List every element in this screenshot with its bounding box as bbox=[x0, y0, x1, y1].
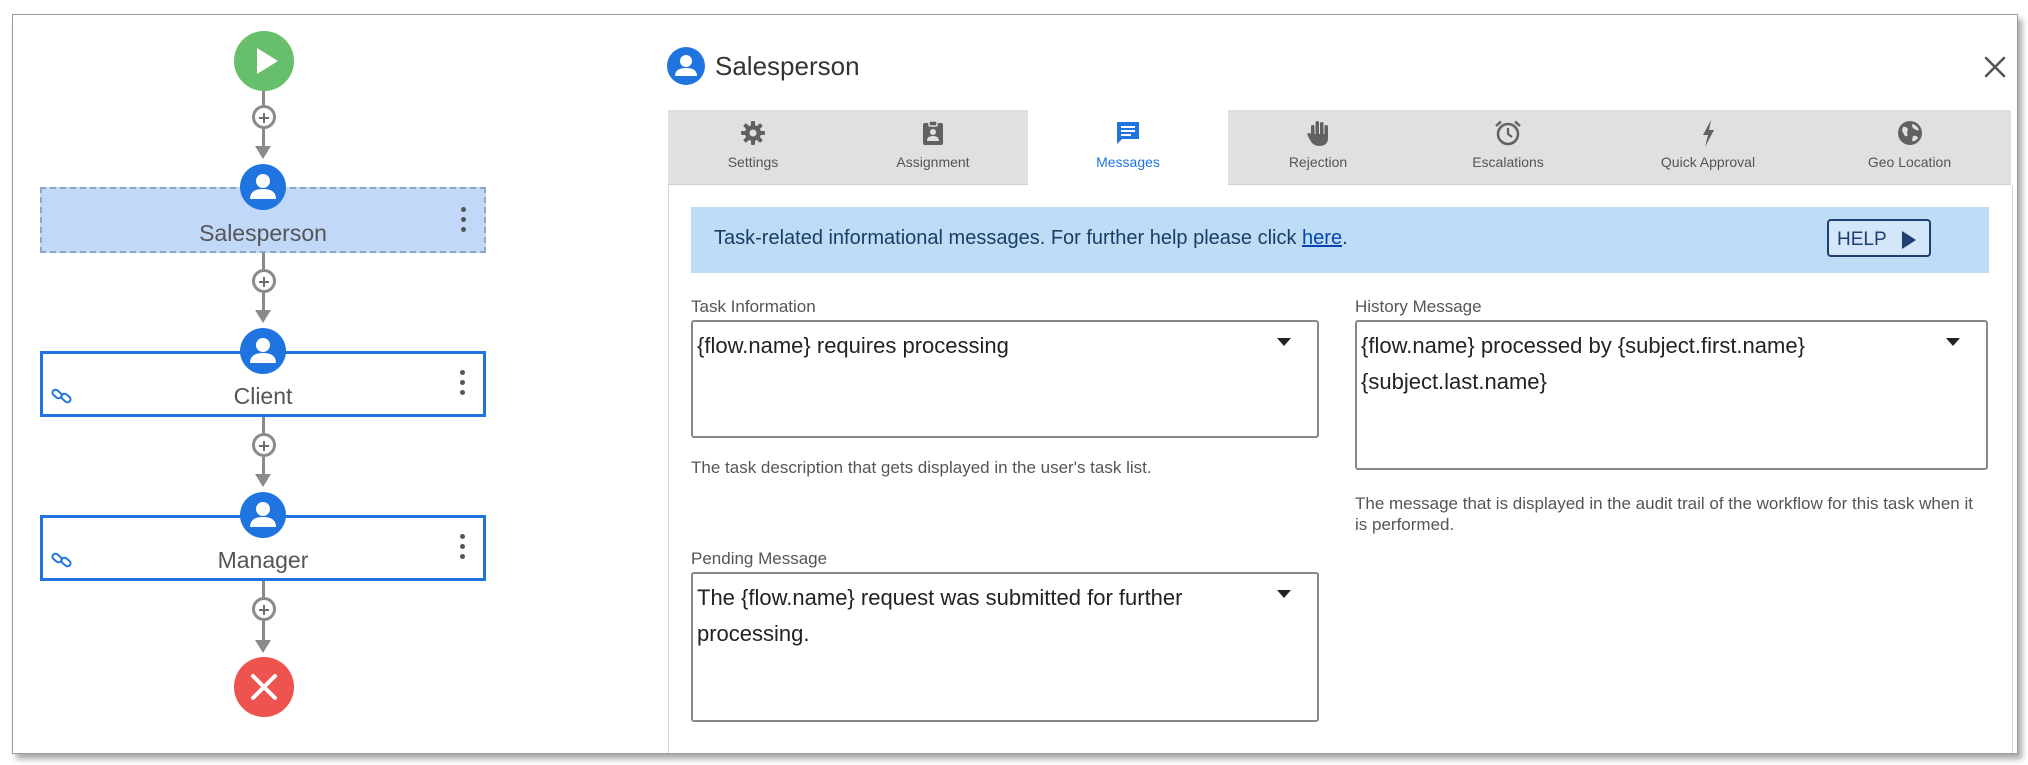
tab-label: Messages bbox=[1096, 154, 1160, 170]
connector-arrow bbox=[255, 474, 271, 487]
panel-title: Salesperson bbox=[715, 51, 860, 81]
user-icon bbox=[240, 164, 286, 210]
tab-rejection[interactable]: Rejection bbox=[1228, 110, 1408, 184]
lightning-icon bbox=[1703, 120, 1714, 147]
help-button-label: HELP bbox=[1837, 229, 1887, 250]
help-button[interactable]: HELP bbox=[1827, 219, 1931, 257]
field-value: {flow.name} requires processing bbox=[697, 333, 1009, 358]
hand-icon bbox=[1307, 121, 1328, 146]
node-label: Client bbox=[233, 383, 293, 409]
pending-message-label: Pending Message bbox=[691, 549, 828, 568]
tab-messages[interactable]: Messages bbox=[1028, 110, 1228, 186]
info-banner: Task-related informational messages. For… bbox=[691, 207, 1989, 273]
task-information-label: Task Information bbox=[691, 297, 816, 316]
more-options-icon[interactable] bbox=[461, 207, 467, 237]
add-step-button[interactable] bbox=[252, 597, 276, 621]
play-icon bbox=[1902, 231, 1916, 249]
more-options-icon[interactable] bbox=[460, 534, 466, 564]
add-step-button[interactable] bbox=[252, 105, 276, 129]
add-step-button[interactable] bbox=[252, 433, 276, 457]
assignment-icon bbox=[923, 120, 943, 145]
alarm-icon bbox=[1495, 120, 1521, 146]
banner-text: Task-related informational messages. For… bbox=[714, 227, 1348, 249]
history-message-label: History Message bbox=[1355, 297, 1482, 316]
user-icon bbox=[240, 328, 286, 374]
tab-label: Quick Approval bbox=[1660, 154, 1756, 170]
gear-icon bbox=[741, 121, 765, 145]
task-information-field[interactable]: {flow.name} requires processing bbox=[691, 320, 1319, 438]
help-link[interactable]: here bbox=[1302, 227, 1342, 249]
end-node[interactable] bbox=[234, 657, 294, 717]
connector-arrow bbox=[255, 640, 271, 653]
tab-bar: Settings Assignment Messages Rejection E… bbox=[668, 110, 2011, 186]
user-icon bbox=[675, 55, 697, 76]
more-options-icon[interactable] bbox=[460, 370, 466, 400]
add-step-button[interactable] bbox=[252, 269, 276, 293]
chevron-down-icon[interactable] bbox=[1946, 338, 1960, 346]
tab-label: Escalations bbox=[1472, 154, 1544, 170]
chevron-down-icon[interactable] bbox=[1277, 590, 1291, 598]
chevron-down-icon[interactable] bbox=[1277, 338, 1291, 346]
field-value: The {flow.name} request was submitted fo… bbox=[697, 585, 1183, 646]
tab-settings[interactable]: Settings bbox=[668, 110, 838, 184]
tab-label: Assignment bbox=[896, 154, 970, 170]
close-icon[interactable] bbox=[1980, 52, 2010, 82]
user-icon bbox=[240, 492, 286, 538]
tab-assignment[interactable]: Assignment bbox=[838, 110, 1028, 184]
tab-quick-approval[interactable]: Quick Approval bbox=[1608, 110, 1808, 184]
field-value: {flow.name} processed by {subject.first.… bbox=[1361, 333, 1805, 394]
start-node[interactable] bbox=[234, 31, 294, 91]
history-message-field[interactable]: {flow.name} processed by {subject.first.… bbox=[1355, 320, 1988, 470]
node-label: Salesperson bbox=[199, 220, 327, 246]
message-icon bbox=[1117, 122, 1139, 144]
workflow-editor-window: Salesperson Client Manager Salesperson S… bbox=[12, 14, 2018, 754]
node-label: Manager bbox=[217, 547, 309, 573]
connector-arrow bbox=[255, 146, 271, 159]
task-information-help: The task description that gets displayed… bbox=[691, 458, 1152, 477]
tab-escalations[interactable]: Escalations bbox=[1408, 110, 1608, 184]
close-icon bbox=[251, 674, 277, 700]
panel-title-icon bbox=[667, 47, 705, 85]
tab-label: Geo Location bbox=[1867, 154, 1952, 170]
globe-icon bbox=[1897, 121, 1922, 145]
pending-message-field[interactable]: The {flow.name} request was submitted fo… bbox=[691, 572, 1319, 722]
tab-label: Settings bbox=[727, 154, 779, 170]
tab-geo-location[interactable]: Geo Location bbox=[1808, 110, 2011, 184]
play-icon bbox=[257, 48, 278, 74]
connector-arrow bbox=[255, 310, 271, 323]
tab-label: Rejection bbox=[1288, 154, 1348, 170]
history-message-help: The message that is displayed in the aud… bbox=[1355, 494, 1973, 534]
